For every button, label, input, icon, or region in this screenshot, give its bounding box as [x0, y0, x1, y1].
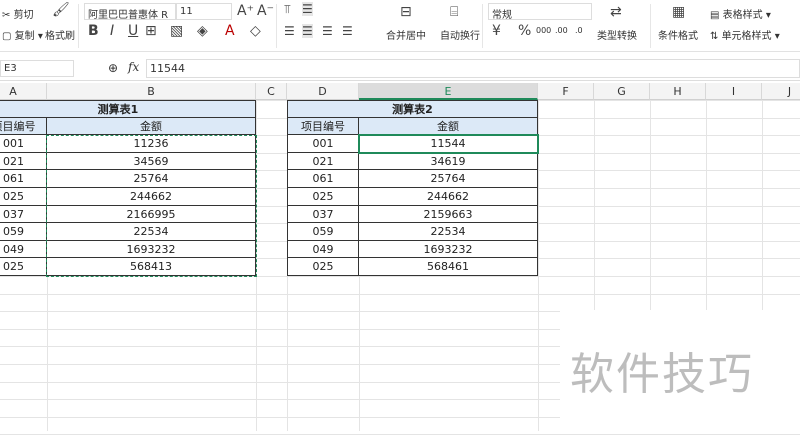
column-header-h[interactable]: H: [650, 83, 706, 100]
table1-cell[interactable]: 025: [0, 258, 47, 276]
border-icon[interactable]: ⊞: [145, 23, 157, 39]
cut-button[interactable]: ✂ 剪切: [2, 6, 34, 21]
merge-center-icon: ⊟: [400, 4, 412, 20]
table-style-label: 表格样式: [722, 10, 763, 21]
table1-header[interactable]: 金额: [47, 117, 256, 136]
table1-cell[interactable]: 037: [0, 205, 47, 224]
column-header-c[interactable]: C: [256, 83, 287, 100]
fill-style-icon[interactable]: ▧: [170, 23, 183, 39]
column-header-a[interactable]: A: [0, 83, 47, 100]
type-convert-button[interactable]: 类型转换: [597, 27, 637, 42]
table2-cell[interactable]: 049: [287, 240, 359, 259]
font-size-select[interactable]: 11: [176, 3, 232, 20]
zoom-icon[interactable]: ⊕: [108, 61, 118, 75]
currency-button[interactable]: ¥: [492, 23, 501, 39]
conditional-format-icon: ▦: [672, 4, 686, 20]
table2-cell[interactable]: 025: [287, 188, 359, 206]
fx-icon[interactable]: fx: [128, 60, 139, 74]
table2-cell[interactable]: 059: [287, 223, 359, 241]
align-top-icon[interactable]: ⫪: [284, 2, 291, 17]
align-left-icon[interactable]: ☰: [284, 24, 295, 38]
number-format-select[interactable]: 常规: [488, 3, 592, 21]
font-color-icon[interactable]: A: [225, 23, 235, 39]
convert-icon: ⇄: [610, 4, 622, 20]
table2-cell[interactable]: 021: [287, 152, 359, 171]
bold-icon[interactable]: B: [88, 23, 99, 39]
table1-cell[interactable]: 061: [0, 170, 47, 188]
table2-cell[interactable]: 22534: [359, 223, 538, 241]
table2-header[interactable]: 项目编号: [287, 117, 359, 136]
decrease-font-icon[interactable]: A⁻: [257, 3, 274, 19]
column-header-g[interactable]: G: [594, 83, 650, 100]
column-header-e[interactable]: E: [359, 83, 538, 100]
table2-cell[interactable]: 037: [287, 205, 359, 224]
underline-icon[interactable]: U: [128, 23, 138, 39]
table1-cell[interactable]: 049: [0, 240, 47, 259]
table1-cell[interactable]: 025: [0, 188, 47, 206]
row-gridline: [0, 293, 800, 295]
column-header-d[interactable]: D: [287, 83, 359, 100]
active-cell-e3[interactable]: [358, 134, 539, 154]
name-box[interactable]: E3: [0, 60, 74, 77]
table1-header[interactable]: 项目编号: [0, 117, 47, 136]
formula-input[interactable]: 11544: [146, 59, 800, 78]
table1-cell[interactable]: 021: [0, 152, 47, 171]
column-header-i[interactable]: I: [706, 83, 762, 100]
conditional-format-button[interactable]: 条件格式: [658, 27, 698, 42]
table2-cell[interactable]: 2159663: [359, 205, 538, 224]
decrease-decimal-icon[interactable]: .0: [575, 26, 583, 35]
table2-cell[interactable]: 34619: [359, 152, 538, 171]
table2-cell[interactable]: 568461: [359, 258, 538, 276]
table2-header[interactable]: 金额: [359, 117, 538, 136]
merge-center-button[interactable]: 合并居中: [386, 27, 426, 42]
align-right-icon[interactable]: ☰: [322, 24, 333, 38]
wrap-text-icon: ⌸: [450, 4, 459, 20]
align-center-icon[interactable]: ☰: [302, 24, 313, 38]
table2-title[interactable]: 测算表2: [287, 100, 538, 118]
font-name-select[interactable]: 阿里巴巴普惠体 R: [84, 3, 176, 21]
wrap-text-button[interactable]: 自动换行: [440, 27, 480, 42]
thousands-icon[interactable]: 000: [536, 26, 551, 35]
justify-icon[interactable]: ☰: [342, 24, 353, 38]
table2-cell[interactable]: 025: [287, 258, 359, 276]
ribbon-toolbar: ✂ 剪切 ▢ 复制 ▾ 🖌 格式刷 阿里巴巴普惠体 R 11 A⁺ A⁻ B I…: [0, 0, 800, 52]
align-middle-icon[interactable]: ☰: [302, 2, 313, 16]
column-header-b[interactable]: B: [47, 83, 256, 100]
cell-style-label: 单元格样式: [721, 31, 772, 42]
table2-cell[interactable]: 25764: [359, 170, 538, 188]
cell-style-button[interactable]: ⇅ 单元格样式 ▾: [710, 27, 780, 42]
table1-cell[interactable]: 001: [0, 135, 47, 153]
format-painter-icon: 🖌: [52, 2, 70, 18]
column-header-f[interactable]: F: [538, 83, 594, 100]
format-painter-button[interactable]: 格式刷: [45, 27, 75, 42]
copy-label: 复制: [14, 31, 35, 42]
copy-button[interactable]: ▢ 复制 ▾: [2, 27, 43, 42]
percent-button[interactable]: %: [518, 23, 531, 39]
table1-title[interactable]: 测算表1: [0, 100, 256, 118]
formula-bar: E3 ⊕ fx 11544: [0, 57, 800, 81]
table-style-button[interactable]: ▤ 表格样式 ▾: [710, 6, 771, 21]
column-header-j[interactable]: J: [762, 83, 800, 100]
table1-cell[interactable]: 059: [0, 223, 47, 241]
eraser-icon[interactable]: ◇: [250, 23, 261, 39]
copy-marquee: [46, 135, 257, 277]
cut-label: 剪切: [13, 10, 34, 21]
fill-color-icon[interactable]: ◈: [197, 23, 208, 39]
table2-cell[interactable]: 244662: [359, 188, 538, 206]
italic-icon[interactable]: I: [110, 23, 114, 39]
increase-font-icon[interactable]: A⁺: [237, 3, 254, 19]
increase-decimal-icon[interactable]: .00: [555, 26, 568, 35]
table2-cell[interactable]: 061: [287, 170, 359, 188]
table2-cell[interactable]: 1693232: [359, 240, 538, 259]
table2-cell[interactable]: 001: [287, 135, 359, 153]
watermark: 软件技巧: [560, 310, 800, 431]
